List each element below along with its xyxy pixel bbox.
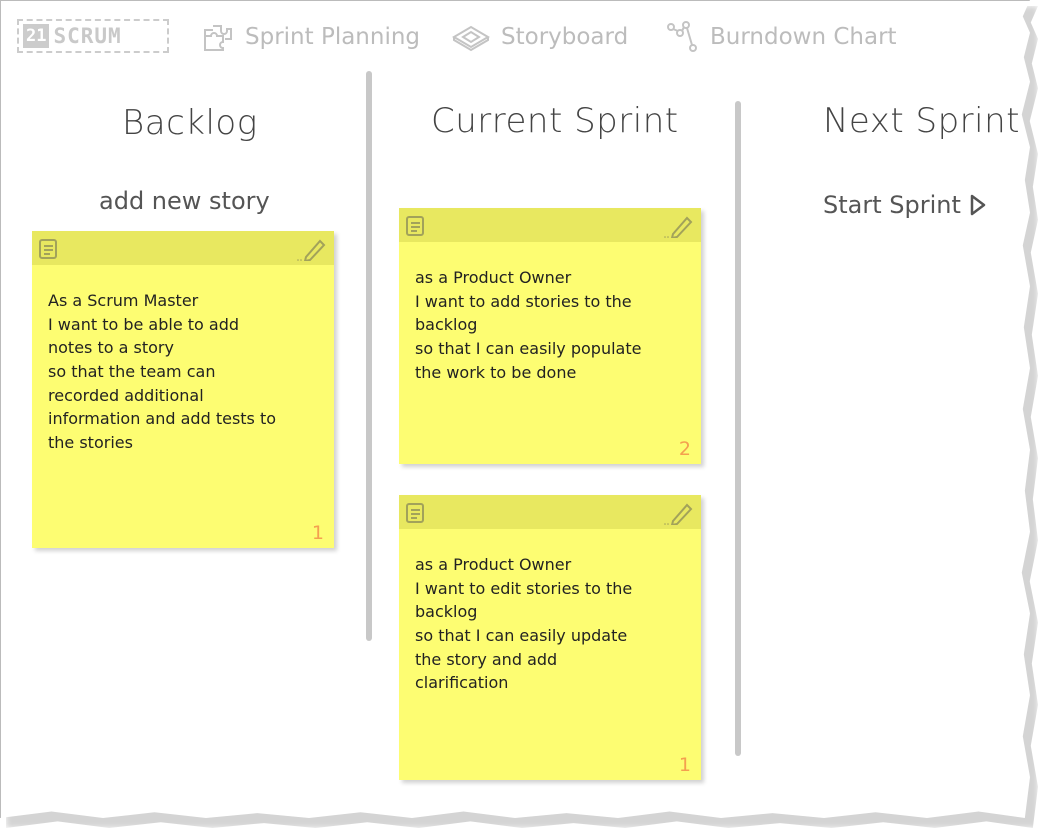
pencil-icon[interactable]	[296, 235, 326, 263]
story-card-header	[32, 231, 334, 265]
story-text: as a Product Owner I want to edit storie…	[415, 555, 633, 693]
app-window: 21 SCRUM Sprint Planning Storyboard Burn…	[0, 0, 1030, 818]
add-new-story-button[interactable]: add new story	[99, 187, 270, 215]
app-logo[interactable]: 21 SCRUM	[17, 19, 169, 53]
story-points: 2	[678, 438, 691, 460]
story-text: as a Product Owner I want to add stories…	[415, 268, 642, 382]
start-sprint-button[interactable]: Start Sprint	[823, 191, 987, 219]
story-card[interactable]: as a Product Owner I want to edit storie…	[399, 495, 701, 780]
pencil-icon[interactable]	[663, 212, 693, 240]
pencil-icon[interactable]	[663, 499, 693, 527]
story-card-header	[399, 495, 701, 529]
note-icon	[39, 239, 57, 259]
column-divider	[366, 71, 372, 641]
start-sprint-label: Start Sprint	[823, 191, 961, 219]
story-points: 1	[678, 754, 691, 776]
nav-burndown-chart[interactable]: Burndown Chart	[666, 19, 897, 55]
storyboard-icon	[451, 22, 491, 52]
nav-label: Burndown Chart	[710, 24, 897, 50]
nav-storyboard[interactable]: Storyboard	[451, 19, 628, 55]
logo-text: SCRUM	[53, 24, 122, 48]
note-icon	[406, 503, 424, 523]
burndown-icon	[666, 21, 700, 53]
story-card[interactable]: as a Product Owner I want to add stories…	[399, 208, 701, 464]
story-text: As a Scrum Master I want to be able to a…	[48, 291, 277, 453]
play-icon	[969, 194, 987, 216]
story-card-header	[399, 208, 701, 242]
nav-sprint-planning[interactable]: Sprint Planning	[201, 19, 420, 55]
puzzle-icon	[201, 22, 235, 52]
next-sprint-title: Next Sprint	[823, 101, 1020, 141]
note-icon	[406, 216, 424, 236]
story-card[interactable]: As a Scrum Master I want to be able to a…	[32, 231, 334, 548]
nav-label: Storyboard	[501, 24, 629, 50]
column-divider	[735, 101, 741, 756]
logo-number: 21	[23, 24, 50, 48]
story-points: 1	[311, 522, 324, 544]
nav-label: Sprint Planning	[245, 24, 421, 50]
backlog-title: Backlog	[122, 103, 258, 143]
current-sprint-title: Current Sprint	[431, 101, 679, 141]
